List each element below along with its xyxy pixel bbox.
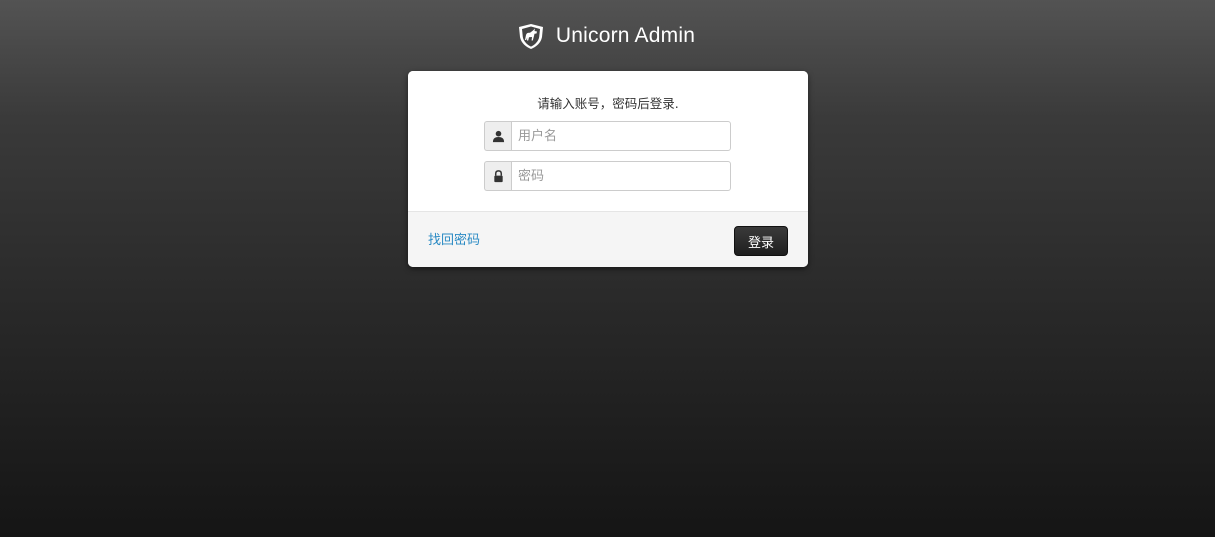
login-panel: 请输入账号，密码后登录. 找回密码 登录 bbox=[408, 71, 808, 267]
user-icon bbox=[484, 121, 511, 151]
password-input[interactable] bbox=[511, 161, 731, 191]
recover-password-link[interactable]: 找回密码 bbox=[428, 229, 480, 248]
login-instruction: 请输入账号，密码后登录. bbox=[537, 96, 679, 111]
login-footer: 找回密码 登录 bbox=[408, 211, 808, 267]
username-input[interactable] bbox=[511, 121, 731, 151]
password-input-group bbox=[484, 161, 731, 191]
lock-icon bbox=[484, 161, 511, 191]
unicorn-shield-icon bbox=[518, 24, 543, 49]
username-input-group bbox=[484, 121, 731, 151]
login-form: 请输入账号，密码后登录. bbox=[408, 71, 808, 211]
login-button[interactable]: 登录 bbox=[734, 226, 788, 256]
brand-header: Unicorn Admin bbox=[0, 20, 1215, 52]
brand-title: Unicorn Admin bbox=[555, 24, 696, 47]
